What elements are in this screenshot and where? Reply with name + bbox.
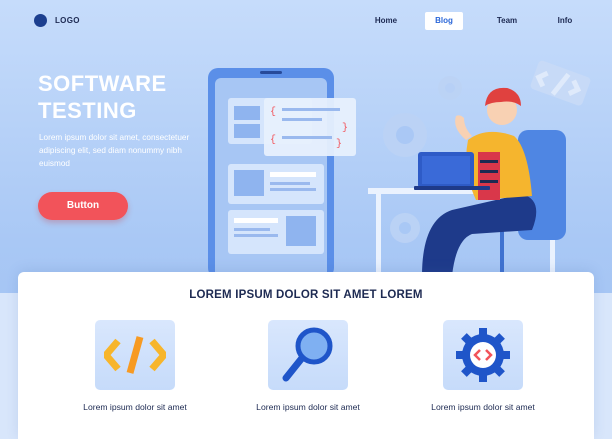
feature-icon-box-1[interactable] bbox=[95, 320, 175, 390]
hero-subtitle: Lorem ipsum dolor sit amet, consectetuer… bbox=[39, 133, 190, 168]
feature-icon-box-3[interactable] bbox=[443, 320, 523, 390]
feature-item-2: Lorem ipsum dolor sit amet bbox=[243, 320, 373, 413]
magnifier-icon bbox=[282, 327, 333, 382]
logo-mark-icon bbox=[34, 14, 47, 27]
logo[interactable]: LOGO bbox=[34, 14, 80, 27]
svg-text:}: } bbox=[336, 138, 342, 150]
code-tag-icon bbox=[530, 60, 591, 106]
nav-item-team[interactable]: Team bbox=[481, 12, 533, 30]
feature-item-3: Lorem ipsum dolor sit amet bbox=[418, 320, 548, 413]
features-title: LOREM IPSUM DOLOR SIT AMET LOREM bbox=[189, 289, 423, 301]
code-popup: { } { } bbox=[264, 98, 356, 156]
nav-item-home[interactable]: Home bbox=[360, 12, 412, 30]
nav-item-blog[interactable]: Blog bbox=[425, 12, 463, 30]
svg-text:{: { bbox=[270, 134, 276, 146]
svg-text:}: } bbox=[342, 122, 348, 134]
feature-label-1: Lorem ipsum dolor sit amet bbox=[83, 402, 187, 412]
features-card: LOREM IPSUM DOLOR SIT AMET LOREM Lorem i… bbox=[18, 272, 594, 439]
feature-label-3: Lorem ipsum dolor sit amet bbox=[431, 402, 535, 412]
gear-code-icon bbox=[456, 328, 510, 382]
code-brackets-icon bbox=[104, 336, 166, 374]
feature-label-2: Lorem ipsum dolor sit amet bbox=[256, 402, 360, 412]
hero-button[interactable]: Button bbox=[38, 192, 128, 220]
feature-item-1: Lorem ipsum dolor sit amet bbox=[70, 320, 200, 413]
logo-text: LOGO bbox=[55, 16, 80, 25]
svg-text:{: { bbox=[270, 106, 276, 118]
title-line-2: TESTING bbox=[38, 98, 137, 123]
hero-illustration: { } { } bbox=[208, 60, 591, 275]
page-title: SOFTWARE TESTING bbox=[38, 70, 208, 124]
title-line-1: SOFTWARE bbox=[38, 71, 167, 96]
main-nav: Home Blog Team Info bbox=[360, 12, 597, 30]
feature-icon-box-2[interactable] bbox=[268, 320, 348, 390]
nav-item-info[interactable]: Info bbox=[539, 12, 591, 30]
